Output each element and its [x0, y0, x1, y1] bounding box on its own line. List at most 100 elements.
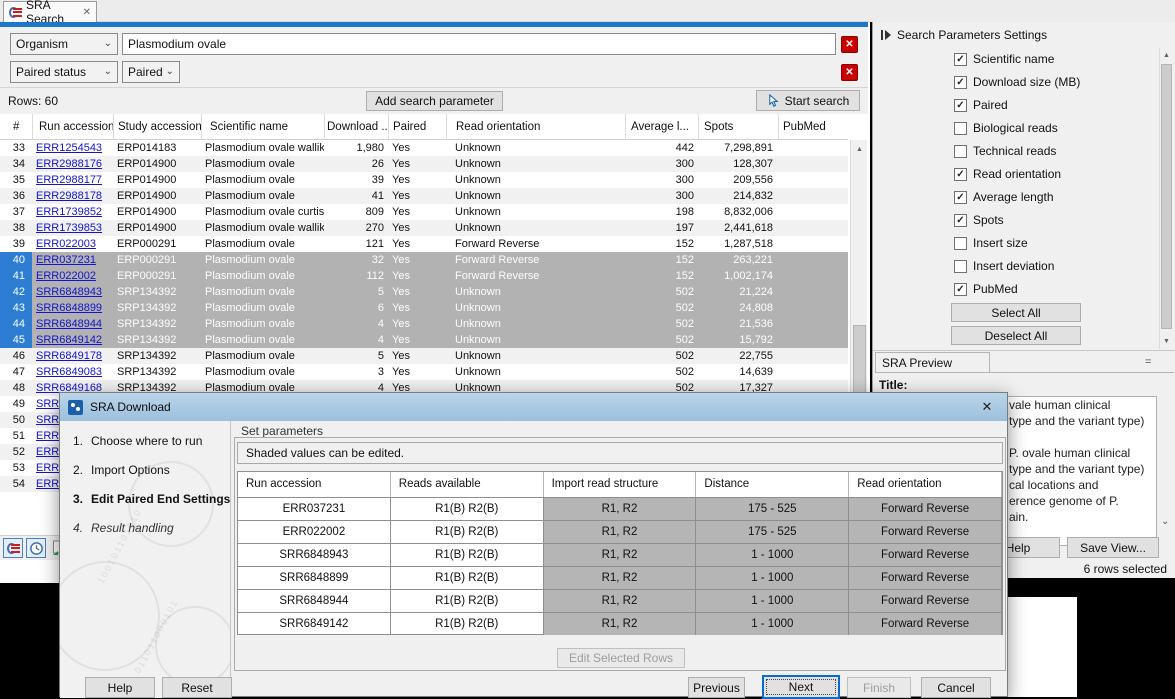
- run-accession-link[interactable]: SRR6849083: [36, 366, 102, 378]
- column-header-run-accession[interactable]: Run accession: [32, 114, 113, 140]
- previous-button[interactable]: Previous: [688, 677, 745, 698]
- dialog-cell-import-read-structure[interactable]: R1, R2: [544, 521, 697, 543]
- dialog-cell-read-orientation[interactable]: Forward Reverse: [849, 521, 1002, 543]
- dialog-cell-distance[interactable]: 175 - 525: [696, 521, 849, 543]
- run-accession-link[interactable]: ERR: [36, 430, 59, 442]
- run-accession-link[interactable]: ERR: [36, 446, 59, 458]
- table-row[interactable]: 45SRR6849142SRP134392Plasmodium ovale4Ye…: [0, 332, 848, 348]
- scroll-down-icon[interactable]: ▼: [1160, 335, 1173, 348]
- checkbox-insert-deviation[interactable]: [954, 260, 967, 273]
- table-row[interactable]: 42SRR6848943SRP134392Plasmodium ovale5Ye…: [0, 284, 848, 300]
- dialog-cell-import-read-structure[interactable]: R1, R2: [544, 613, 697, 635]
- column-header-pubmed[interactable]: PubMed: [778, 114, 848, 140]
- add-search-parameter-button[interactable]: Add search parameter: [366, 91, 503, 111]
- checkbox-paired[interactable]: ✓: [954, 99, 967, 112]
- column-header-download[interactable]: Download ...: [324, 114, 388, 140]
- table-row[interactable]: 46SRR6849178SRP134392Plasmodium ovale5Ye…: [0, 348, 848, 364]
- paired-status-field-dropdown[interactable]: Paired status ⌄: [10, 61, 118, 83]
- dialog-cell-import-read-structure[interactable]: R1, R2: [544, 567, 697, 589]
- table-row[interactable]: 37ERR1739852ERP014900Plasmodium ovale cu…: [0, 204, 848, 220]
- dialog-cell-read-orientation[interactable]: Forward Reverse: [849, 613, 1002, 635]
- table-row[interactable]: 41ERR022002ERP000291Plasmodium ovale112Y…: [0, 268, 848, 284]
- table-view-button[interactable]: [3, 538, 23, 558]
- dialog-cell-distance[interactable]: 1 - 1000: [696, 544, 849, 566]
- checkbox-technical-reads[interactable]: [954, 145, 967, 158]
- scrollbar-thumb[interactable]: [853, 325, 866, 395]
- column-header-paired[interactable]: Paired: [388, 114, 446, 140]
- run-accession-link[interactable]: SRR6848899: [36, 302, 102, 314]
- run-accession-link[interactable]: ERR: [36, 478, 59, 490]
- dialog-table-row[interactable]: SRR6848943R1(B) R2(B)R1, R21 - 1000Forwa…: [238, 543, 1002, 566]
- checkbox-spots[interactable]: ✓: [954, 214, 967, 227]
- checkbox-pubmed[interactable]: ✓: [954, 283, 967, 296]
- column-header-[interactable]: #: [0, 114, 32, 140]
- dialog-cell-import-read-structure[interactable]: R1, R2: [544, 498, 697, 520]
- edit-selected-rows-button[interactable]: Edit Selected Rows: [557, 648, 685, 668]
- tab-close-icon[interactable]: ✕: [83, 7, 91, 18]
- checkbox-scientific-name[interactable]: ✓: [954, 53, 967, 66]
- dialog-cell-read-orientation[interactable]: Forward Reverse: [849, 498, 1002, 520]
- run-accession-link[interactable]: ERR2988178: [36, 190, 102, 202]
- dialog-cell-distance[interactable]: 1 - 1000: [696, 613, 849, 635]
- dialog-table-row[interactable]: ERR022002R1(B) R2(B)R1, R2175 - 525Forwa…: [238, 520, 1002, 543]
- save-view-button[interactable]: Save View...: [1067, 537, 1159, 558]
- help-button[interactable]: Help: [85, 677, 155, 698]
- table-row[interactable]: 43SRR6848899SRP134392Plasmodium ovale6Ye…: [0, 300, 848, 316]
- scroll-up-icon[interactable]: ▲: [852, 142, 867, 157]
- run-accession-link[interactable]: SRR6849142: [36, 334, 102, 346]
- dialog-cell-import-read-structure[interactable]: R1, R2: [544, 590, 697, 612]
- column-header-scientific-name[interactable]: Scientific name: [201, 114, 324, 140]
- paired-status-value-dropdown[interactable]: Paired ⌄: [122, 61, 180, 83]
- table-row[interactable]: 36ERR2988178ERP014900Plasmodium ovale41Y…: [0, 188, 848, 204]
- dialog-titlebar[interactable]: SRA Download: [60, 393, 1007, 421]
- dialog-cell-import-read-structure[interactable]: R1, R2: [544, 544, 697, 566]
- run-accession-link[interactable]: SRR6848944: [36, 318, 102, 330]
- column-header-study-accession[interactable]: Study accession: [113, 114, 201, 140]
- reset-button[interactable]: Reset: [162, 677, 232, 698]
- sidebar-scrollbar[interactable]: ▲ ▼: [1159, 48, 1173, 349]
- column-header-read-orientation[interactable]: Read orientation: [446, 114, 625, 140]
- scroll-up-icon[interactable]: ▲: [1160, 49, 1173, 62]
- table-row[interactable]: 47SRR6849083SRP134392Plasmodium ovale3Ye…: [0, 364, 848, 380]
- start-search-button[interactable]: Start search: [756, 90, 860, 111]
- sra-preview-tab[interactable]: SRA Preview: [875, 352, 990, 373]
- run-accession-link[interactable]: SRR6849178: [36, 350, 102, 362]
- column-header-spots[interactable]: Spots: [698, 114, 778, 140]
- checkbox-insert-size[interactable]: [954, 237, 967, 250]
- run-accession-link[interactable]: ERR1254543: [36, 142, 102, 154]
- deselect-all-button[interactable]: Deselect All: [951, 326, 1081, 345]
- run-accession-link[interactable]: ERR022003: [36, 238, 96, 250]
- checkbox-biological-reads[interactable]: [954, 122, 967, 135]
- dialog-table-row[interactable]: ERR037231R1(B) R2(B)R1, R2175 - 525Forwa…: [238, 497, 1002, 520]
- dialog-table-row[interactable]: SRR6848944R1(B) R2(B)R1, R21 - 1000Forwa…: [238, 589, 1002, 612]
- checkbox-average-length[interactable]: ✓: [954, 191, 967, 204]
- table-row[interactable]: 38ERR1739853ERP014900Plasmodium ovale wa…: [0, 220, 848, 236]
- dialog-cell-distance[interactable]: 175 - 525: [696, 498, 849, 520]
- close-icon[interactable]: ✕: [977, 398, 997, 416]
- dialog-cell-read-orientation[interactable]: Forward Reverse: [849, 544, 1002, 566]
- cancel-button[interactable]: Cancel: [921, 677, 991, 698]
- tab-sra-search[interactable]: SRA Search ✕: [3, 1, 97, 22]
- settings-panel-header[interactable]: Search Parameters Settings: [881, 28, 1047, 42]
- run-accession-link[interactable]: ERR2988176: [36, 158, 102, 170]
- dialog-cell-read-orientation[interactable]: Forward Reverse: [849, 590, 1002, 612]
- history-view-button[interactable]: [26, 538, 46, 558]
- dialog-cell-distance[interactable]: 1 - 1000: [696, 590, 849, 612]
- run-accession-link[interactable]: ERR022002: [36, 270, 96, 282]
- table-row[interactable]: 35ERR2988177ERP014900Plasmodium ovale39Y…: [0, 172, 848, 188]
- checkbox-read-orientation[interactable]: ✓: [954, 168, 967, 181]
- run-accession-link[interactable]: ERR2988177: [36, 174, 102, 186]
- dialog-table-row[interactable]: SRR6848899R1(B) R2(B)R1, R21 - 1000Forwa…: [238, 566, 1002, 589]
- table-row[interactable]: 44SRR6848944SRP134392Plasmodium ovale4Ye…: [0, 316, 848, 332]
- select-all-button[interactable]: Select All: [951, 303, 1081, 322]
- table-row[interactable]: 39ERR022003ERP000291Plasmodium ovale121Y…: [0, 236, 848, 252]
- next-button[interactable]: Next: [762, 675, 840, 699]
- organism-value-input[interactable]: [122, 33, 836, 55]
- run-accession-link[interactable]: ERR1739853: [36, 222, 102, 234]
- dialog-cell-distance[interactable]: 1 - 1000: [696, 567, 849, 589]
- run-accession-link[interactable]: ERR: [36, 462, 59, 474]
- run-accession-link[interactable]: ERR037231: [36, 254, 96, 266]
- checkbox-download-size-mb[interactable]: ✓: [954, 76, 967, 89]
- run-accession-link[interactable]: SRR6848943: [36, 286, 102, 298]
- remove-parameter-button[interactable]: ✕: [841, 36, 858, 53]
